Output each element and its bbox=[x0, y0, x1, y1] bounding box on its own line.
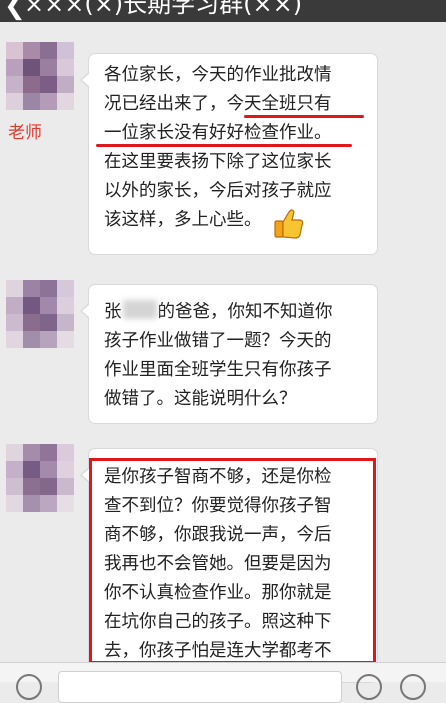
back-icon[interactable]: ❮ bbox=[4, 0, 26, 21]
red-underline bbox=[96, 144, 352, 147]
message-line: 在这里要表扬下除了这位家长 bbox=[104, 152, 332, 172]
red-underline bbox=[244, 115, 364, 118]
message-line: 各位家长，今天的作业批改情 bbox=[104, 65, 332, 85]
chat-header: ❮ ×××(×)长期学习群(××) bbox=[0, 0, 446, 22]
message-line: 孩子作业做错了一题？今天的 bbox=[104, 331, 332, 351]
message-text: 张 bbox=[104, 302, 122, 322]
avatar[interactable] bbox=[6, 42, 74, 110]
sender-name: 老师 bbox=[8, 123, 42, 143]
message-line: 做错了。这能说明什么？ bbox=[104, 389, 297, 409]
message-line: 作业里面全班学生只有你孩子 bbox=[104, 360, 332, 380]
plus-icon[interactable] bbox=[400, 674, 426, 700]
avatar[interactable] bbox=[6, 280, 74, 348]
chat-title: ×××(×)长期学习群(××) bbox=[24, 0, 303, 18]
voice-icon[interactable] bbox=[16, 674, 42, 700]
message-input[interactable] bbox=[58, 671, 342, 703]
message-line: 张 的爸爸，你知不知道你 bbox=[104, 298, 333, 327]
avatar[interactable] bbox=[6, 444, 74, 512]
red-highlight-box bbox=[89, 458, 376, 664]
message-line: 该这样，多上心些。 bbox=[104, 210, 262, 230]
message-line: 以外的家长，今后对孩子就应 bbox=[104, 181, 332, 201]
input-bar bbox=[0, 662, 446, 703]
blurred-name bbox=[122, 300, 157, 319]
message-text: 的爸爸，你知不知道你 bbox=[157, 302, 333, 322]
emoji-icon[interactable] bbox=[356, 674, 382, 700]
thumbs-up-icon bbox=[274, 209, 304, 239]
